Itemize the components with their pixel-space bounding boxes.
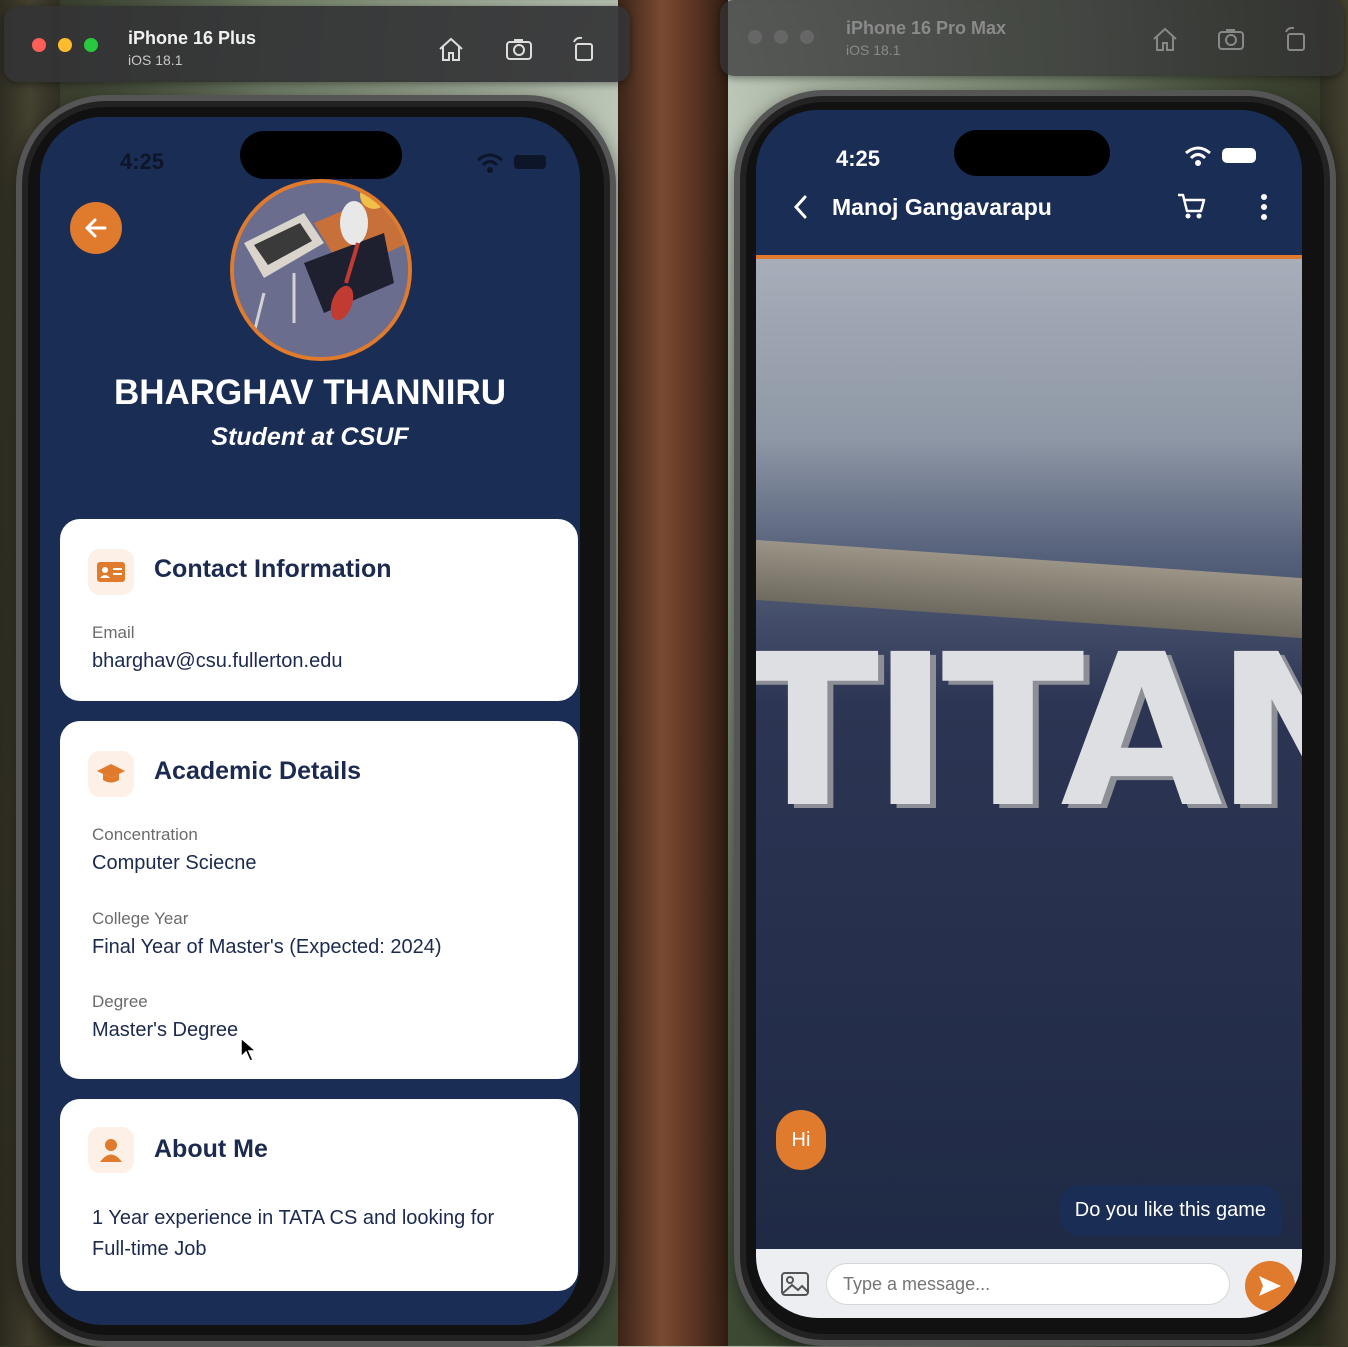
close-window-button[interactable] [32,38,46,52]
wifi-icon [1185,146,1211,166]
send-icon [1259,1276,1281,1296]
email-label: Email [92,623,135,642]
dynamic-island [240,131,402,179]
profile-avatar[interactable] [230,179,412,361]
profile-subtitle: Student at CSUF [211,423,409,451]
status-time: 4:25 [120,149,165,174]
iphone-16-plus-frame: 4:25 BHARGHAV THANNIRU Student at CSUF C… [16,95,616,1347]
message-bubble-sent: Do you like this game [1058,1185,1282,1236]
degree-value: Master's Degree [92,1019,239,1041]
minimize-window-button[interactable] [58,38,72,52]
message-input-bar [756,1249,1302,1318]
chat-background-image: TITANS [756,259,1302,1249]
battery-icon [1222,148,1256,163]
message-input[interactable] [826,1263,1230,1305]
simulator-titlebar-left: iPhone 16 Plus iOS 18.1 [4,6,630,82]
zoom-window-button[interactable] [800,30,814,44]
profile-name: BHARGHAV THANNIRU [113,373,507,412]
simulator-titlebar-right: iPhone 16 Pro Max iOS 18.1 [720,0,1344,76]
window-controls [32,38,98,52]
background-tree-trunk [618,0,728,1346]
rotate-icon[interactable] [568,34,598,64]
contact-card-title: Contact Information [154,555,392,583]
wifi-icon [477,153,503,173]
message-bubble-received: Hi [776,1110,826,1170]
chat-screen: 4:25 Manoj Gangavarapu TITANS Hi Do you … [756,110,1302,1318]
titans-sign-text: TITANS [756,609,1302,854]
academic-details-card: Academic Details Concentration Computer … [60,721,578,1079]
contact-card-icon [88,549,134,595]
email-value: bharghav@csu.fullerton.edu [92,650,343,672]
chevron-left-icon[interactable] [790,194,812,220]
concentration-label: Concentration [92,825,198,844]
iphone-16-pro-max-frame: 4:25 Manoj Gangavarapu TITANS Hi Do you … [734,90,1336,1346]
mouse-cursor-icon [240,1037,258,1062]
simulator-device-name: iPhone 16 Plus [128,28,257,48]
college-year-label: College Year [92,909,189,928]
zoom-window-button[interactable] [84,38,98,52]
send-button[interactable] [1245,1261,1295,1311]
college-year-value: Final Year of Master's (Expected: 2024) [92,936,442,958]
back-button[interactable] [70,202,122,254]
person-icon [88,1127,134,1173]
about-me-card: About Me 1 Year experience in TATA CS an… [60,1099,578,1291]
about-text-line2: Full-time Job [92,1238,207,1260]
screenshot-icon[interactable] [504,34,534,64]
graduation-cap-icon [88,751,134,797]
window-controls [748,30,814,44]
simulator-os-version: iOS 18.1 [128,52,183,68]
dynamic-island [954,130,1110,176]
close-window-button[interactable] [748,30,762,44]
screenshot-icon[interactable] [1216,24,1246,54]
profile-screen: 4:25 BHARGHAV THANNIRU Student at CSUF C… [40,117,580,1325]
degree-label: Degree [92,992,148,1011]
about-text-line1: 1 Year experience in TATA CS and looking… [92,1207,495,1229]
home-icon[interactable] [436,34,466,64]
chat-contact-name: Manoj Gangavarapu [832,194,1052,220]
simulator-device-name: iPhone 16 Pro Max [846,18,1007,38]
about-card-title: About Me [154,1135,268,1163]
more-vertical-icon[interactable] [1256,192,1272,222]
minimize-window-button[interactable] [774,30,788,44]
cart-icon[interactable] [1176,192,1206,220]
status-time: 4:25 [836,146,881,171]
music-studio-illustration [234,183,408,357]
rotate-icon[interactable] [1280,24,1310,54]
concentration-value: Computer Sciecne [92,852,257,874]
back-arrow-icon [85,218,107,238]
simulator-os-version: iOS 18.1 [846,42,901,58]
image-icon[interactable] [780,1269,810,1299]
battery-icon [514,155,546,169]
home-icon[interactable] [1150,24,1180,54]
academic-card-title: Academic Details [154,757,362,785]
contact-information-card: Contact Information Email bharghav@csu.f… [60,519,578,701]
